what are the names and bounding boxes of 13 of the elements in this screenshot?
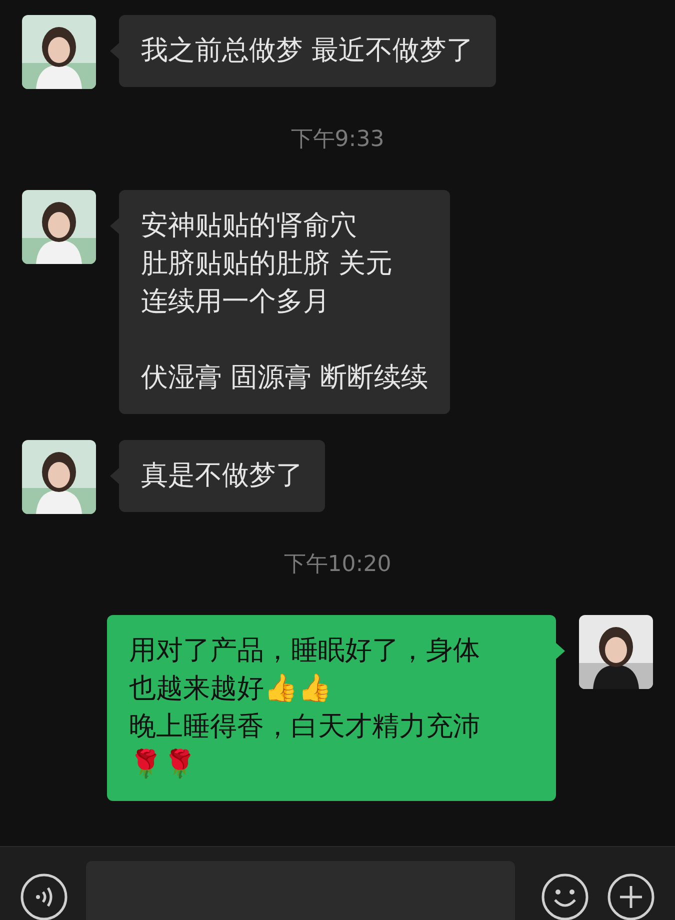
- emoji-icon[interactable]: [541, 873, 589, 920]
- message-text: 连续用一个多月: [141, 285, 331, 319]
- voice-icon[interactable]: [20, 873, 68, 920]
- message-text: 伏湿膏 固源膏 断断续续: [141, 361, 428, 395]
- message-text: 用对了产品，睡眠好了，身体也越来越好👍👍: [129, 634, 481, 706]
- message-text: 真是不做梦了: [141, 459, 303, 493]
- timestamp: 下午10:20: [284, 551, 392, 579]
- message-text: 晚上睡得香，白天才精力充沛🌹🌹: [129, 710, 481, 782]
- message-text: 我之前总做梦 最近不做梦了: [141, 34, 474, 68]
- timestamp: 下午9:33: [290, 126, 384, 154]
- plus-icon[interactable]: [607, 873, 655, 920]
- message-text: 安神贴贴的肾俞穴: [141, 209, 358, 243]
- message-text: 肚脐贴贴的肚脐 关元: [141, 247, 394, 281]
